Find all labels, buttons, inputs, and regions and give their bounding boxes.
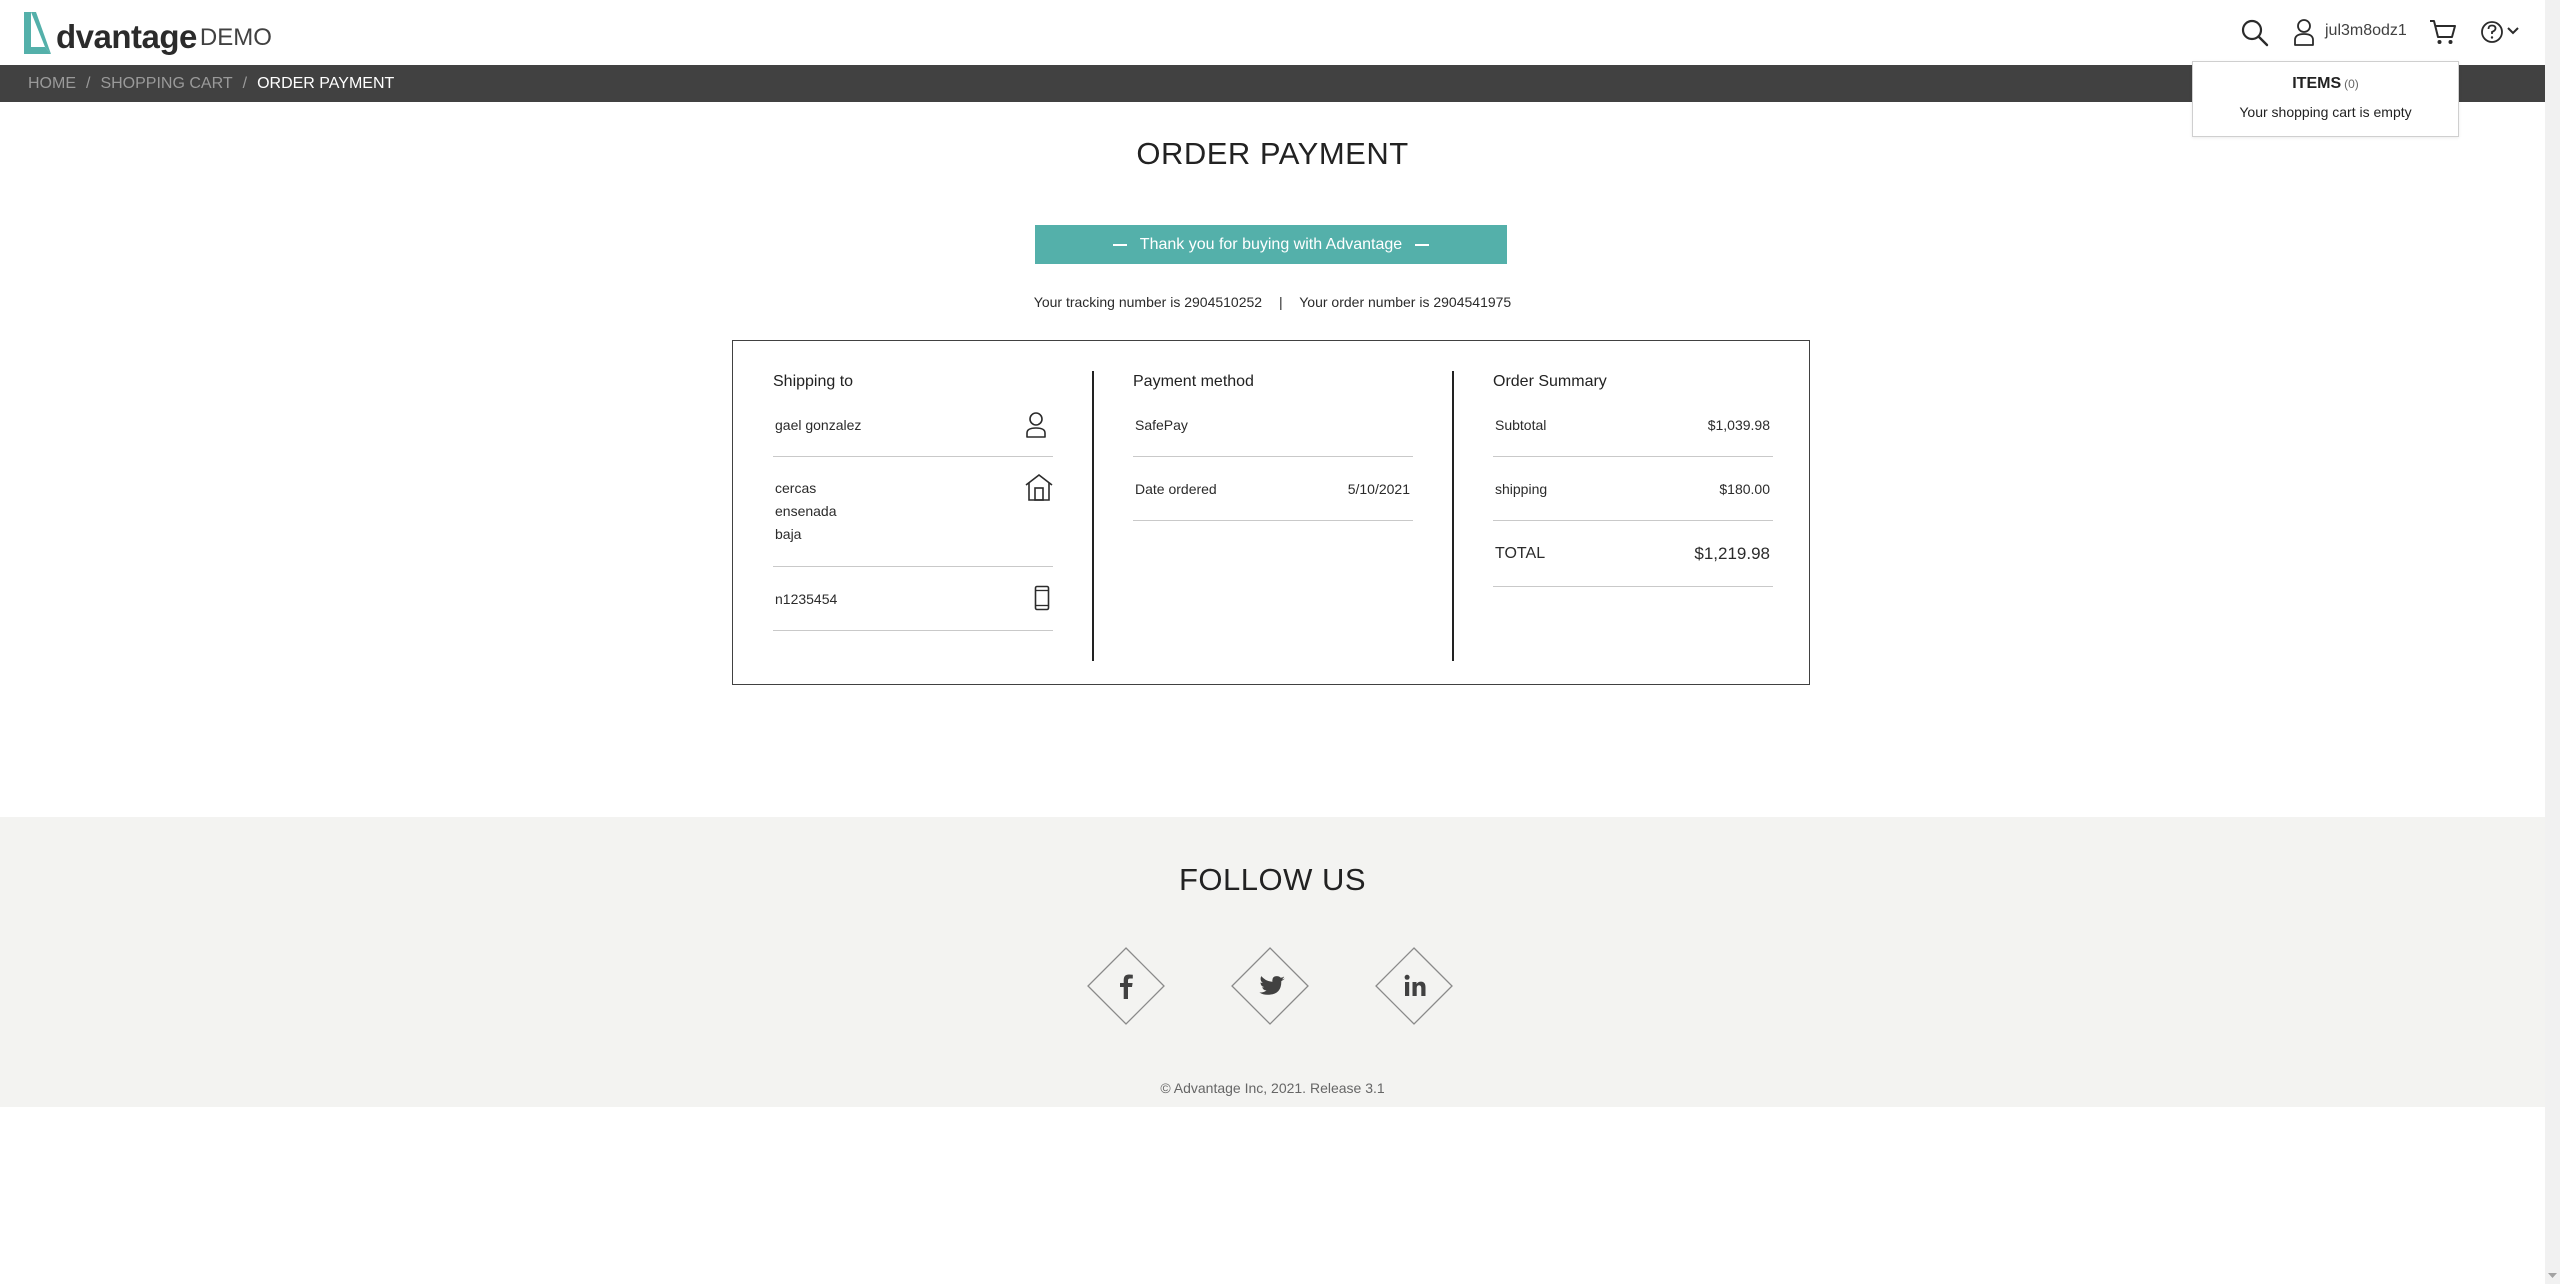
twitter-icon[interactable] — [1230, 946, 1310, 1026]
thank-you-banner: Thank you for buying with Advantage — [1035, 225, 1507, 264]
follow-us-title: FOLLOW US — [1178, 862, 1367, 897]
summary-title: Order Summary — [1493, 373, 1607, 390]
chevron-down-icon[interactable] — [2507, 26, 2519, 36]
order-number: Your order number is 2904541975 — [1299, 294, 1512, 310]
payment-method: SafePay — [1135, 417, 1188, 433]
scroll-down-arrow-icon[interactable] — [2545, 1268, 2560, 1284]
breadcrumb-shopping-cart[interactable]: SHOPPING CART — [100, 75, 232, 93]
shipping-title: Shipping to — [773, 373, 854, 390]
user-icon[interactable] — [2293, 18, 2315, 46]
date-ordered-label: Date ordered — [1135, 481, 1217, 497]
facebook-icon[interactable] — [1086, 946, 1166, 1026]
row-divider — [773, 630, 1053, 631]
address-line-1: cercas — [775, 480, 817, 496]
row-divider — [1133, 456, 1413, 457]
scrollbar[interactable] — [2545, 0, 2560, 1284]
breadcrumb-current: ORDER PAYMENT — [257, 74, 395, 92]
search-icon[interactable] — [2240, 18, 2270, 48]
address-line-2: ensenada — [775, 503, 837, 519]
row-divider — [773, 456, 1053, 457]
linkedin-icon[interactable] — [1374, 946, 1454, 1026]
page-title: ORDER PAYMENT — [1136, 136, 1409, 171]
cart-items-label: ITEMS — [2292, 75, 2342, 92]
row-divider — [1133, 520, 1413, 521]
cart-empty-message: Your shopping cart is empty — [2239, 104, 2412, 120]
cart-dropdown-title: ITEMS (0) — [2193, 75, 2458, 93]
phone-icon — [1034, 585, 1050, 611]
header: dvantage DEMO jul3m8odz1 — [0, 0, 2545, 65]
order-numbers-line: Your tracking number is 2904510252 | You… — [0, 294, 2545, 310]
payment-title: Payment method — [1133, 373, 1254, 390]
subtotal-value: $1,039.98 — [1707, 417, 1770, 433]
help-icon[interactable] — [2480, 19, 2504, 45]
shipping-cost-value: $180.00 — [1719, 481, 1770, 497]
logo-a-icon — [24, 12, 51, 54]
column-divider — [1452, 371, 1454, 661]
banner-dash — [1112, 243, 1127, 246]
breadcrumb: HOME / SHOPPING CART / ORDER PAYMENT — [28, 65, 394, 102]
cart-icon[interactable] — [2429, 19, 2457, 46]
copyright-text: © Advantage Inc, 2021. Release 3.1 — [1160, 1080, 1385, 1096]
banner-dash — [1415, 243, 1430, 246]
total-value: $1,219.98 — [1694, 544, 1770, 563]
total-label: TOTAL — [1495, 545, 1546, 562]
logo-word: dvantage — [56, 18, 197, 55]
breadcrumb-separator: / — [86, 74, 91, 92]
row-divider — [773, 566, 1053, 567]
logo[interactable]: dvantage DEMO — [22, 10, 272, 56]
shipping-name: gael gonzalez — [775, 417, 862, 433]
row-divider — [1493, 520, 1773, 521]
breadcrumb-home[interactable]: HOME — [28, 75, 76, 93]
column-divider — [1092, 371, 1094, 661]
home-icon — [1025, 473, 1053, 501]
date-ordered-value: 5/10/2021 — [1347, 481, 1410, 497]
username-link[interactable]: jul3m8odz1 — [2325, 22, 2407, 40]
thank-you-text: Thank you for buying with Advantage — [1139, 235, 1403, 253]
shipping-cost-label: shipping — [1495, 481, 1548, 497]
tracking-number: Your tracking number is 2904510252 — [1033, 294, 1263, 310]
cart-dropdown: ITEMS (0) Your shopping cart is empty — [2192, 61, 2459, 137]
subtotal-label: Subtotal — [1495, 417, 1547, 433]
logo-demo: DEMO — [199, 24, 272, 51]
row-divider — [1493, 456, 1773, 457]
shipping-phone: n1235454 — [775, 591, 838, 607]
cart-items-count: (0) — [2344, 77, 2359, 91]
breadcrumb-separator: / — [242, 74, 248, 92]
numbers-separator: | — [1278, 294, 1283, 310]
order-details-box: Shipping to gael gonzalez cercas ensenad… — [732, 340, 1810, 685]
address-line-3: baja — [775, 526, 802, 542]
user-icon — [1026, 412, 1046, 438]
row-divider — [1493, 586, 1773, 587]
breadcrumb-bar: HOME / SHOPPING CART / ORDER PAYMENT — [0, 65, 2545, 102]
